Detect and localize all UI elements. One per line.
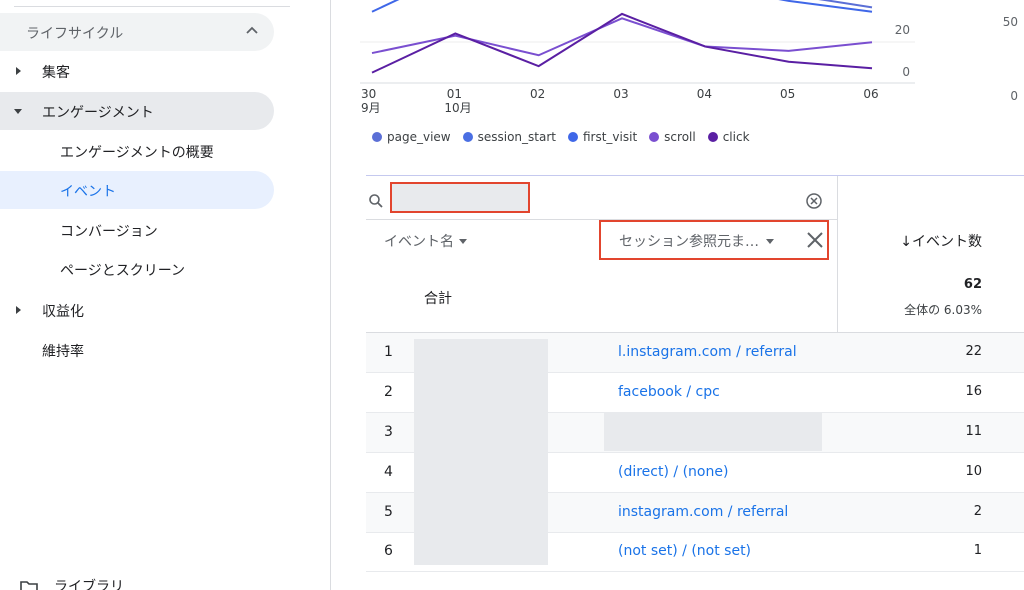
- events-line-chart: 309月 0110月 02 03 04 05 06 0 20 0 50: [360, 0, 1018, 115]
- legend-item-page_view[interactable]: page_view: [372, 130, 451, 144]
- sidebar-nav: ライフサイクル 集客 エンゲージメント エンゲージメントの概要 イベント コンバ…: [0, 0, 331, 590]
- row-source-link[interactable]: (not set) / (not set): [618, 543, 751, 559]
- y2-tick-label: 0: [1010, 89, 1018, 103]
- sidebar-item-acquisition[interactable]: 集客: [0, 52, 274, 90]
- divider: [14, 6, 290, 7]
- row-count: 10: [965, 464, 982, 479]
- series-line-first_visit: [371, 0, 873, 13]
- row-index: 5: [384, 504, 393, 520]
- row-count: 1: [973, 543, 982, 558]
- legend-dot-icon: [372, 132, 382, 142]
- x-tick-label: 04: [697, 87, 712, 101]
- sidebar-item-engagement-overview[interactable]: エンゲージメントの概要: [0, 132, 274, 170]
- sidebar-item-label: 収益化: [42, 304, 84, 320]
- y-tick-label: 0: [902, 65, 910, 79]
- caret-down-icon: [459, 239, 467, 244]
- search-icon: [369, 194, 383, 208]
- section-lifecycle[interactable]: ライフサイクル: [0, 13, 274, 51]
- clear-search-icon[interactable]: [805, 192, 823, 210]
- folder-icon: [20, 581, 38, 590]
- sidebar-item-label: 集客: [42, 65, 70, 81]
- total-label: 合計: [424, 291, 452, 307]
- sidebar-item-monetization[interactable]: 収益化: [0, 291, 274, 329]
- legend-item-session_start[interactable]: session_start: [462, 130, 556, 144]
- row-source-link[interactable]: l.instagram.com / referral: [618, 344, 797, 360]
- sidebar-item-events[interactable]: イベント: [0, 171, 274, 209]
- row-index: 2: [384, 384, 393, 400]
- series-line-click: [371, 12, 873, 74]
- row-source-link[interactable]: instagram.com / referral: [618, 504, 788, 520]
- legend-dot-icon: [649, 132, 660, 142]
- search-input[interactable]: [390, 182, 530, 213]
- total-percentage: 全体の 6.03%: [904, 303, 982, 317]
- legend-dot-icon: [567, 132, 578, 142]
- sidebar-item-conversions[interactable]: コンバージョン: [0, 211, 274, 249]
- redacted-event-names: [414, 339, 548, 565]
- sidebar-item-label: コンバージョン: [60, 224, 158, 240]
- sidebar-item-label: エンゲージメント: [42, 105, 154, 121]
- row-index: 3: [384, 424, 393, 440]
- sidebar-item-pages-screens[interactable]: ページとスクリーン: [0, 250, 274, 288]
- x-tick-label: 03: [613, 87, 628, 101]
- row-index: 4: [384, 464, 393, 480]
- x-tick-label: 02: [530, 87, 545, 101]
- column-header-event-name[interactable]: イベント名: [384, 231, 468, 251]
- chart-legend: page_view session_start first_visit scroll c…: [372, 130, 750, 144]
- chevron-up-icon[interactable]: [244, 23, 260, 39]
- row-source-link[interactable]: (direct) / (none): [618, 464, 728, 480]
- sidebar-item-label: 維持率: [42, 344, 84, 360]
- y-tick-label: 20: [895, 23, 910, 37]
- close-icon[interactable]: [805, 230, 825, 250]
- row-count: 22: [965, 344, 982, 359]
- legend-item-scroll[interactable]: scroll: [649, 130, 696, 144]
- x-tick-sublabel: 9月: [361, 101, 381, 115]
- row-source-link[interactable]: facebook / cpc: [618, 384, 720, 400]
- column-header-label: セッション参照元ま…: [619, 234, 759, 250]
- legend-label: scroll: [664, 130, 696, 144]
- column-divider: [837, 176, 838, 333]
- caret-right-icon: [16, 67, 21, 75]
- sidebar-item-engagement[interactable]: エンゲージメント: [0, 92, 274, 130]
- redacted-source-cell: [604, 413, 822, 451]
- x-tick-label: 05: [780, 87, 795, 101]
- column-header-session-source[interactable]: セッション参照元ま…: [619, 231, 775, 251]
- row-count: 16: [965, 384, 982, 399]
- legend-item-first_visit[interactable]: first_visit: [567, 130, 638, 144]
- sidebar-item-label: イベント: [60, 184, 116, 200]
- section-label: ライフサイクル: [26, 26, 124, 42]
- y2-tick-label: 50: [1003, 15, 1018, 29]
- row-index: 6: [384, 543, 393, 559]
- x-tick-sublabel: 10月: [444, 101, 471, 115]
- sidebar-item-retention[interactable]: 維持率: [0, 331, 274, 369]
- caret-right-icon: [16, 306, 21, 314]
- legend-label: session_start: [477, 130, 556, 144]
- column-header-label: イベント名: [384, 234, 454, 250]
- column-header-event-count[interactable]: ↓イベント数: [900, 231, 982, 251]
- legend-label: click: [722, 130, 750, 144]
- caret-down-icon: [766, 239, 774, 244]
- caret-down-icon: [14, 109, 22, 114]
- row-count: 11: [965, 424, 982, 439]
- legend-label: first_visit: [582, 130, 638, 144]
- legend-label: page_view: [387, 130, 451, 144]
- x-tick-label: 01: [447, 87, 462, 101]
- legend-dot-icon: [707, 132, 718, 142]
- x-tick-label: 06: [863, 87, 878, 101]
- legend-item-click[interactable]: click: [707, 130, 750, 144]
- total-value: 62: [963, 277, 982, 292]
- row-count: 2: [973, 504, 982, 519]
- sidebar-item-label: エンゲージメントの概要: [60, 145, 214, 161]
- legend-dot-icon: [462, 132, 473, 142]
- x-tick-label: 30: [361, 87, 376, 101]
- sidebar-item-label: ページとスクリーン: [60, 263, 186, 279]
- row-index: 1: [384, 344, 393, 360]
- sidebar-item-label: ライブラリ: [54, 579, 124, 590]
